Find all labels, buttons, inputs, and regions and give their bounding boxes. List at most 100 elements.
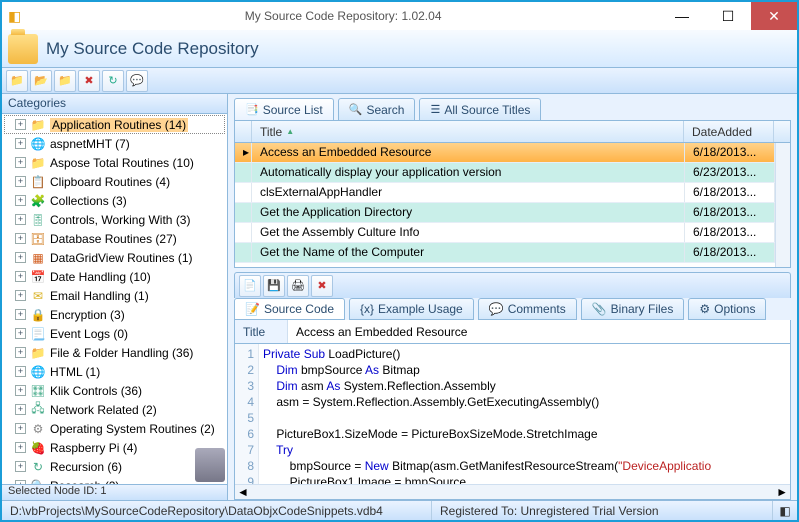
table-row[interactable]: Automatically display your application v… [235, 163, 775, 183]
category-item[interactable]: +📁File & Folder Handling (36) [4, 343, 225, 362]
expand-icon[interactable]: + [15, 271, 26, 282]
category-item[interactable]: +📅Date Handling (10) [4, 267, 225, 286]
subtab-source-code[interactable]: 📝Source Code [234, 298, 345, 320]
expand-icon[interactable]: + [15, 328, 26, 339]
expand-icon[interactable]: + [15, 214, 26, 225]
tab-icon: 🔍 [349, 103, 363, 116]
expand-icon[interactable]: + [15, 366, 26, 377]
tb-refresh[interactable]: ↻ [102, 70, 124, 92]
close-button[interactable]: ✕ [751, 2, 797, 30]
category-item[interactable]: +🎚Controls, Working With (3) [4, 210, 225, 229]
tab-label: All Source Titles [444, 103, 530, 117]
category-icon: 📋 [30, 174, 46, 190]
tb-delete[interactable]: ✖ [78, 70, 100, 92]
detail-title-value[interactable]: Access an Embedded Resource [287, 320, 790, 343]
category-icon: 🎚 [30, 212, 46, 228]
category-item[interactable]: +✉Email Handling (1) [4, 286, 225, 305]
tb-new[interactable]: 📄 [239, 275, 261, 297]
table-row[interactable]: clsExternalAppHandler6/18/2013... [235, 183, 775, 203]
maximize-button[interactable]: ☐ [705, 2, 751, 30]
category-item[interactable]: +🖧Network Related (2) [4, 400, 225, 419]
tb-note[interactable]: 💬 [126, 70, 148, 92]
category-item[interactable]: +📁Application Routines (14) [4, 115, 225, 134]
category-item[interactable]: + 🗄 Database Routines (27) [4, 229, 225, 248]
category-icon: 🌐 [30, 364, 46, 380]
category-label: Database Routines (27) [50, 232, 177, 246]
category-item[interactable]: +📋Clipboard Routines (4) [4, 172, 225, 191]
category-item[interactable]: +↻Recursion (6) [4, 457, 225, 476]
row-date: 6/18/2013... [685, 203, 775, 222]
status-icon[interactable]: ◧ [773, 501, 797, 520]
subtab-label: Options [714, 302, 755, 316]
tab-all-source-titles[interactable]: ☰All Source Titles [419, 98, 541, 120]
expand-icon[interactable]: + [15, 423, 26, 434]
expand-icon[interactable]: + [15, 347, 26, 358]
category-icon: 🗄 [30, 231, 46, 247]
subtab-label: Comments [508, 302, 566, 316]
category-item[interactable]: +📃Event Logs (0) [4, 324, 225, 343]
expand-icon[interactable]: + [15, 404, 26, 415]
expand-icon[interactable]: + [15, 309, 26, 320]
window-titlebar: ◧ My Source Code Repository: 1.02.04 — ☐… [2, 2, 797, 30]
table-row[interactable]: Get the Application Directory6/18/2013..… [235, 203, 775, 223]
expand-icon[interactable]: + [15, 290, 26, 301]
code-editor[interactable]: 12345678910 Private Sub LoadPicture() Di… [234, 344, 791, 500]
detail-tabs: 📝Source Code{x}Example Usage 💬 Comments 📎Bi… [234, 298, 791, 320]
tab-search[interactable]: 🔍Search [338, 98, 416, 120]
expand-icon[interactable]: + [15, 252, 26, 263]
expand-icon[interactable]: + [15, 138, 26, 149]
app-header: My Source Code Repository [2, 30, 797, 68]
grid-select-col[interactable] [235, 121, 252, 142]
table-row[interactable]: ▸Access an Embedded Resource6/18/2013... [235, 143, 775, 163]
server-graphic [195, 448, 225, 482]
minimize-button[interactable]: — [659, 2, 705, 30]
expand-icon[interactable]: + [15, 233, 26, 244]
tab-source-list[interactable]: 📑Source List [234, 98, 334, 120]
grid-title-col[interactable]: Title▲ [252, 121, 684, 142]
expand-icon[interactable]: + [15, 195, 26, 206]
expand-icon[interactable]: + [15, 119, 26, 130]
subtab-label: Source Code [264, 302, 334, 316]
category-item[interactable]: +🍓Raspberry Pi (4) [4, 438, 225, 457]
category-item[interactable]: +🔍Research (2) [4, 476, 225, 484]
tab-label: Search [366, 103, 404, 117]
code-content[interactable]: Private Sub LoadPicture() Dim bmpSource … [259, 344, 790, 484]
expand-icon[interactable]: + [15, 461, 26, 472]
subtab-example-usage[interactable]: {x}Example Usage [349, 298, 474, 320]
tb-delete-item[interactable]: ✖ [311, 275, 333, 297]
subtab-icon: 💬 [489, 302, 504, 316]
tb-print[interactable]: 🖨 [287, 275, 309, 297]
category-item[interactable]: +📁Aspose Total Routines (10) [4, 153, 225, 172]
expand-icon[interactable]: + [15, 480, 26, 484]
category-label: File & Folder Handling (36) [50, 346, 193, 360]
expand-icon[interactable]: + [15, 157, 26, 168]
expand-icon[interactable]: + [15, 442, 26, 453]
code-hscroll[interactable]: ◄► [235, 484, 790, 499]
expand-icon[interactable]: + [15, 385, 26, 396]
category-item[interactable]: +🎛Klik Controls (36) [4, 381, 225, 400]
subtab-binary-files[interactable]: 📎Binary Files [581, 298, 685, 320]
subtab-options[interactable]: ⚙Options [688, 298, 766, 320]
main-toolbar: 📁 📂 📁 ✖ ↻ 💬 [2, 68, 797, 94]
expand-icon[interactable]: + [15, 176, 26, 187]
category-item[interactable]: +⚙Operating System Routines (2) [4, 419, 225, 438]
category-item[interactable]: +🔒Encryption (3) [4, 305, 225, 324]
grid-date-col[interactable]: DateAdded [684, 121, 774, 142]
subtab-comments[interactable]: 💬 Comments [478, 298, 577, 320]
tab-label: Source List [263, 103, 323, 117]
grid-scrollbar[interactable] [775, 143, 790, 267]
tb-edit-folder[interactable]: 📁 [54, 70, 76, 92]
tb-open-folder[interactable]: 📂 [30, 70, 52, 92]
categories-tree[interactable]: +📁Application Routines (14)+🌐aspnetMHT (… [2, 114, 227, 484]
row-date: 6/18/2013... [685, 183, 775, 202]
category-item[interactable]: +▦DataGridView Routines (1) [4, 248, 225, 267]
categories-panel: Categories +📁Application Routines (14)+🌐… [2, 94, 228, 500]
tb-save[interactable]: 💾 [263, 275, 285, 297]
table-row[interactable]: Get the Assembly Culture Info6/18/2013..… [235, 223, 775, 243]
category-icon: ⚙ [30, 421, 46, 437]
table-row[interactable]: Get the Name of the Computer6/18/2013... [235, 243, 775, 263]
category-item[interactable]: +🌐aspnetMHT (7) [4, 134, 225, 153]
category-item[interactable]: +🌐HTML (1) [4, 362, 225, 381]
tb-new-folder[interactable]: 📁 [6, 70, 28, 92]
category-item[interactable]: +🧩Collections (3) [4, 191, 225, 210]
